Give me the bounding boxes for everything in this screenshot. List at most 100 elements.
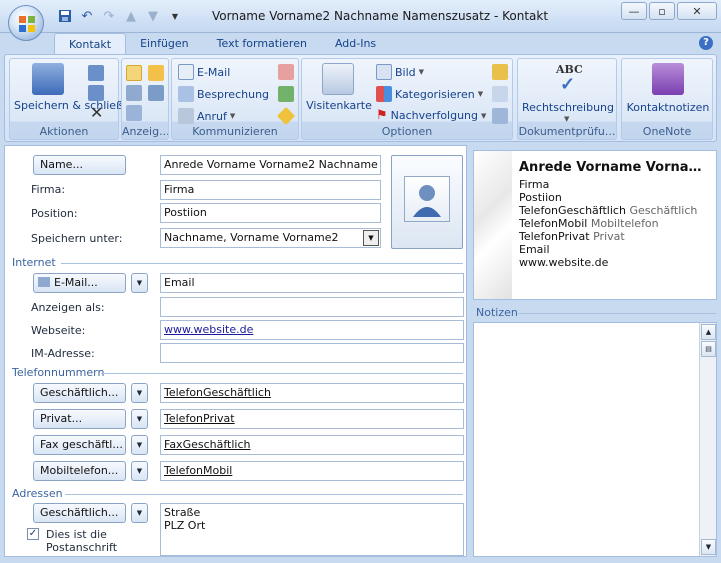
tab-kontakt[interactable]: Kontakt <box>54 33 127 55</box>
group-aktionen: Speichern & schließen ✕ Aktionen <box>9 58 137 140</box>
help-icon[interactable]: ? <box>699 36 713 50</box>
email-button[interactable]: E-Mail <box>178 64 230 80</box>
section-internet: Internet <box>12 256 56 269</box>
speichern-unter-select[interactable]: Nachname, Vorname Vorname2 ▼ <box>160 228 381 248</box>
maximize-button[interactable]: ▫ <box>649 2 675 20</box>
general-view-icon[interactable] <box>126 65 142 81</box>
notes-area[interactable]: ▲ ▤ ▼ <box>473 322 717 557</box>
group-label-dokumentpruefung: Dokumentprüfu... <box>518 125 616 138</box>
activities-icon[interactable] <box>148 85 164 101</box>
visitenkarte-button[interactable]: Visitenkarte <box>306 99 372 112</box>
phone-geschaeftlich-field[interactable]: TelefonGeschäftlich <box>160 383 464 403</box>
categorize-icon <box>376 86 392 102</box>
picture-icon <box>376 64 392 80</box>
notes-attachment-icon[interactable]: ▤ <box>701 341 716 357</box>
arrow-up-icon[interactable]: ▲ <box>122 7 140 25</box>
chevron-down-icon: ▼ <box>363 230 379 246</box>
web-page-icon[interactable] <box>278 86 294 102</box>
position-label: Position: <box>31 207 78 220</box>
business-card-preview[interactable]: Anrede Vorname Vorname2 ... Firma Postii… <box>473 150 717 300</box>
save-close-button[interactable]: Speichern & schließen <box>14 99 137 112</box>
phone-geschaeftlich-button[interactable]: Geschäftlich... <box>33 383 126 403</box>
card-website: www.website.de <box>519 256 609 269</box>
contact-photo[interactable] <box>391 155 463 249</box>
firma-label: Firma: <box>31 183 66 196</box>
office-button[interactable] <box>8 5 44 41</box>
position-field[interactable]: Postiion <box>160 203 381 223</box>
phone-geschaeftlich-dropdown[interactable]: ▼ <box>131 383 148 403</box>
details-icon[interactable] <box>126 85 142 101</box>
group-label-onenote: OneNote <box>642 125 692 138</box>
phone-fax-field[interactable]: FaxGeschäftlich <box>160 435 464 455</box>
postanschrift-checkbox[interactable]: ✓ <box>27 528 39 540</box>
tab-add-ins[interactable]: Add-Ins <box>321 33 390 55</box>
save-close-icon <box>32 63 64 95</box>
address-book-icon <box>38 277 50 287</box>
business-card-icon <box>322 63 354 95</box>
address-geschaeftlich-button[interactable]: Geschäftlich... <box>33 503 126 523</box>
customize-toolbar-icon[interactable]: ▼ <box>166 7 184 25</box>
address-field[interactable]: Straße PLZ Ort <box>160 503 464 556</box>
postanschrift-label: Dies ist die Postanschrift <box>46 528 118 554</box>
phone-privat-dropdown[interactable]: ▼ <box>131 409 148 429</box>
check-names-icon[interactable] <box>492 108 508 124</box>
name-button[interactable]: Name... <box>33 155 126 175</box>
map-icon[interactable] <box>276 106 296 126</box>
tab-text-formatieren[interactable]: Text formatieren <box>203 33 321 55</box>
person-icon <box>404 176 450 222</box>
phone-privat-button[interactable]: Privat... <box>33 409 126 429</box>
phone-fax-dropdown[interactable]: ▼ <box>131 435 148 455</box>
phone-fax-button[interactable]: Fax geschäftl... <box>33 435 126 455</box>
address-dropdown[interactable]: ▼ <box>131 503 148 523</box>
name-field[interactable]: Anrede Vorname Vorname2 Nachname Na <box>160 155 381 175</box>
email-button[interactable]: E-Mail... <box>33 273 126 293</box>
webseite-field[interactable]: www.website.de <box>160 320 464 340</box>
phone-mobil-button[interactable]: Mobiltelefon... <box>33 461 126 481</box>
office-logo-icon <box>19 16 35 32</box>
notes-scrollbar[interactable]: ▲ ▤ ▼ <box>699 323 716 556</box>
bild-button[interactable]: Bild ▼ <box>376 64 424 80</box>
redo-icon[interactable]: ↷ <box>100 7 118 25</box>
kontaktnotizen-button[interactable]: Kontaktnotizen <box>624 101 712 114</box>
phone-mobil-field[interactable]: TelefonMobil <box>160 461 464 481</box>
assign-task-icon[interactable] <box>278 64 294 80</box>
address-book-icon[interactable] <box>492 86 508 102</box>
card-tel-privat: TelefonPrivat Privat <box>519 230 625 243</box>
nachverfolgung-button[interactable]: ⚑ Nachverfolgung ▼ <box>376 108 486 123</box>
arrow-down-icon[interactable]: ▼ <box>144 7 162 25</box>
scroll-down-icon[interactable]: ▼ <box>701 539 716 555</box>
webseite-label: Webseite: <box>31 324 86 337</box>
email-dropdown[interactable]: ▼ <box>131 273 148 293</box>
card-position: Postiion <box>519 191 562 204</box>
lock-icon[interactable] <box>492 64 508 80</box>
im-adresse-field[interactable] <box>160 343 464 363</box>
kategorisieren-button[interactable]: Kategorisieren ▼ <box>376 86 483 102</box>
phone-privat-field[interactable]: TelefonPrivat <box>160 409 464 429</box>
delete-icon[interactable]: ✕ <box>90 103 103 122</box>
tab-einfuegen[interactable]: Einfügen <box>126 33 203 55</box>
besprechung-button[interactable]: Besprechung <box>178 86 269 102</box>
close-button[interactable]: ✕ <box>677 2 717 20</box>
save-as-icon[interactable] <box>88 65 104 81</box>
anruf-button[interactable]: Anruf ▼ <box>178 108 235 124</box>
card-firma: Firma <box>519 178 550 191</box>
scroll-up-icon[interactable]: ▲ <box>701 324 716 340</box>
title-bar: ↶ ↷ ▲ ▼ ▼ Vorname Vorname2 Nachname Name… <box>0 0 721 33</box>
undo-icon[interactable]: ↶ <box>78 7 96 25</box>
delete-options-icon[interactable] <box>88 85 104 101</box>
spelling-icon: ABC ✓ <box>556 63 583 95</box>
group-kommunizieren: E-Mail Besprechung Anruf ▼ Kommunizieren <box>171 58 299 140</box>
anzeigen-als-field[interactable] <box>160 297 464 317</box>
all-fields-icon[interactable] <box>126 105 142 121</box>
phone-mobil-dropdown[interactable]: ▼ <box>131 461 148 481</box>
contact-form: Name... Anrede Vorname Vorname2 Nachname… <box>4 145 467 557</box>
minimize-button[interactable]: — <box>621 2 647 20</box>
certificates-icon[interactable] <box>148 65 164 81</box>
ribbon-tabs: Kontakt Einfügen Text formatieren Add-In… <box>54 33 390 55</box>
anzeigen-als-label: Anzeigen als: <box>31 301 105 314</box>
email-field[interactable]: Email <box>160 273 464 293</box>
group-anzeigen: Anzeig... <box>121 58 169 140</box>
firma-field[interactable]: Firma <box>160 180 381 200</box>
rechtschreibung-button[interactable]: Rechtschreibung <box>520 101 616 114</box>
save-icon[interactable] <box>56 7 74 25</box>
